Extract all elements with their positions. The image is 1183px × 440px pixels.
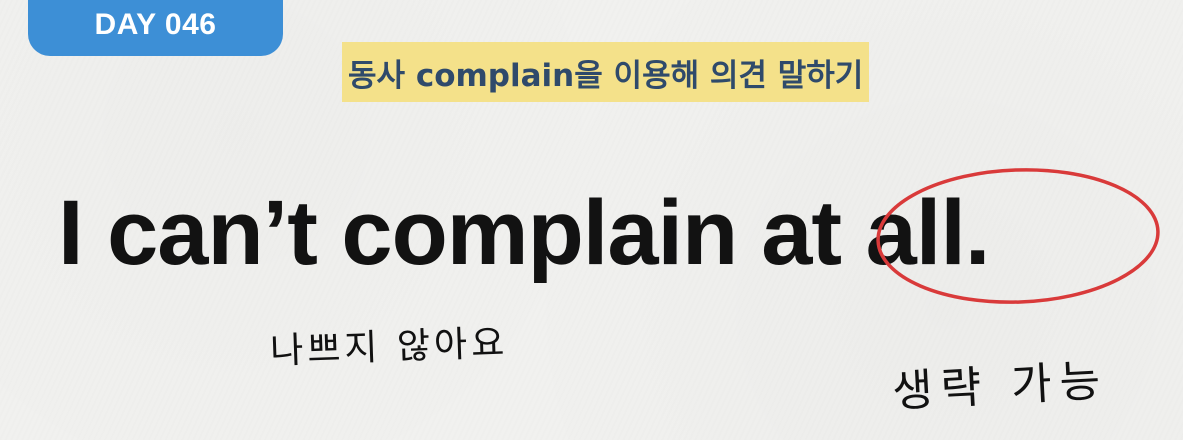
- day-badge: DAY 046: [28, 0, 283, 56]
- day-badge-label: DAY 046: [94, 8, 217, 41]
- lesson-subtitle-text: 동사 complain을 이용해 의견 말하기: [348, 57, 864, 94]
- red-circle-annotation: [876, 168, 1160, 304]
- lesson-subtitle: 동사 complain을 이용해 의견 말하기: [342, 42, 870, 102]
- sentence-main-part: I can’t complain: [58, 181, 738, 284]
- main-sentence: I can’t complain at all .: [58, 168, 990, 298]
- handwritten-omittable-note: 생략 가능: [891, 355, 1110, 418]
- handwritten-meaning-note: 나쁘지 않아요: [269, 322, 509, 373]
